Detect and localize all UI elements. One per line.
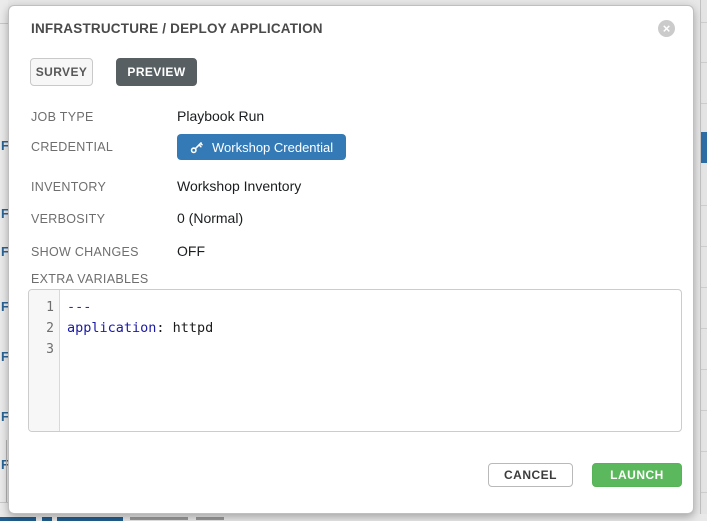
background-page-right-strip — [700, 0, 707, 521]
code-line-1: --- — [67, 297, 213, 318]
background-text-fragment — [57, 517, 123, 521]
line-number: 2 — [29, 318, 59, 339]
cancel-button[interactable]: CANCEL — [488, 463, 573, 487]
background-divider — [701, 287, 707, 288]
background-divider — [6, 440, 7, 502]
background-text-fragment — [42, 517, 52, 521]
inventory-value: Workshop Inventory — [177, 178, 301, 194]
yaml-key: application — [67, 320, 156, 336]
credential-badge-label: Workshop Credential — [212, 140, 333, 155]
background-divider — [701, 22, 707, 23]
background-divider — [701, 103, 707, 104]
deploy-application-modal: INFRASTRUCTURE / DEPLOY APPLICATION × SU… — [8, 5, 694, 514]
show-changes-label: SHOW CHANGES — [31, 243, 177, 259]
launch-button[interactable]: LAUNCH — [592, 463, 682, 487]
field-row-job-type: JOB TYPE Playbook Run — [31, 108, 671, 124]
tab-survey[interactable]: SURVEY — [30, 58, 93, 86]
background-text-fragment — [196, 517, 224, 520]
field-row-verbosity: VERBOSITY 0 (Normal) — [31, 210, 671, 226]
background-page-left-strip: F F F F F F F — [0, 0, 8, 521]
background-selected-row — [701, 132, 707, 163]
background-divider — [0, 23, 8, 24]
editor-line-number-gutter: 1 2 3 — [29, 290, 60, 431]
yaml-value: : httpd — [156, 320, 213, 336]
background-divider — [701, 328, 707, 329]
background-text-fragment: F — [1, 410, 8, 423]
page-title: INFRASTRUCTURE / DEPLOY APPLICATION — [31, 21, 323, 36]
modal-footer: CANCEL LAUNCH — [488, 463, 682, 487]
background-text-fragment — [130, 517, 188, 520]
field-row-show-changes: SHOW CHANGES OFF — [31, 243, 671, 259]
yaml-doc-marker: --- — [67, 299, 91, 315]
background-text-fragment: F — [1, 245, 8, 258]
credential-label: CREDENTIAL — [31, 138, 177, 160]
background-text-fragment: F — [1, 300, 8, 313]
background-divider — [701, 410, 707, 411]
background-divider — [701, 205, 707, 206]
code-line-2: application: httpd — [67, 318, 213, 339]
background-divider — [701, 492, 707, 493]
tab-preview[interactable]: PREVIEW — [116, 58, 197, 86]
background-divider — [701, 62, 707, 63]
background-divider — [701, 246, 707, 247]
editor-code-area: --- application: httpd — [60, 290, 213, 431]
background-text-fragment: F — [1, 350, 8, 363]
verbosity-label: VERBOSITY — [31, 210, 177, 226]
credential-badge[interactable]: Workshop Credential — [177, 134, 346, 160]
close-icon[interactable]: × — [658, 20, 675, 37]
line-number: 1 — [29, 297, 59, 318]
job-type-value: Playbook Run — [177, 108, 264, 124]
background-divider — [701, 451, 707, 452]
background-page-bottom-strip — [0, 514, 707, 521]
background-divider — [701, 369, 707, 370]
field-row-credential: CREDENTIAL Workshop Credential — [31, 138, 671, 160]
show-changes-value: OFF — [177, 243, 205, 259]
extra-variables-editor[interactable]: 1 2 3 --- application: httpd — [28, 289, 682, 432]
inventory-label: INVENTORY — [31, 178, 177, 194]
extra-variables-label: EXTRA VARIABLES — [31, 272, 149, 286]
line-number: 3 — [29, 339, 59, 360]
background-text-fragment: F — [1, 139, 8, 152]
preview-tabs: SURVEY PREVIEW — [30, 58, 197, 86]
field-row-inventory: INVENTORY Workshop Inventory — [31, 178, 671, 194]
background-text-fragment: F — [1, 207, 8, 220]
job-type-label: JOB TYPE — [31, 108, 177, 124]
key-icon — [190, 141, 203, 154]
verbosity-value: 0 (Normal) — [177, 210, 243, 226]
background-text-fragment — [0, 517, 36, 521]
background-divider — [0, 502, 8, 503]
